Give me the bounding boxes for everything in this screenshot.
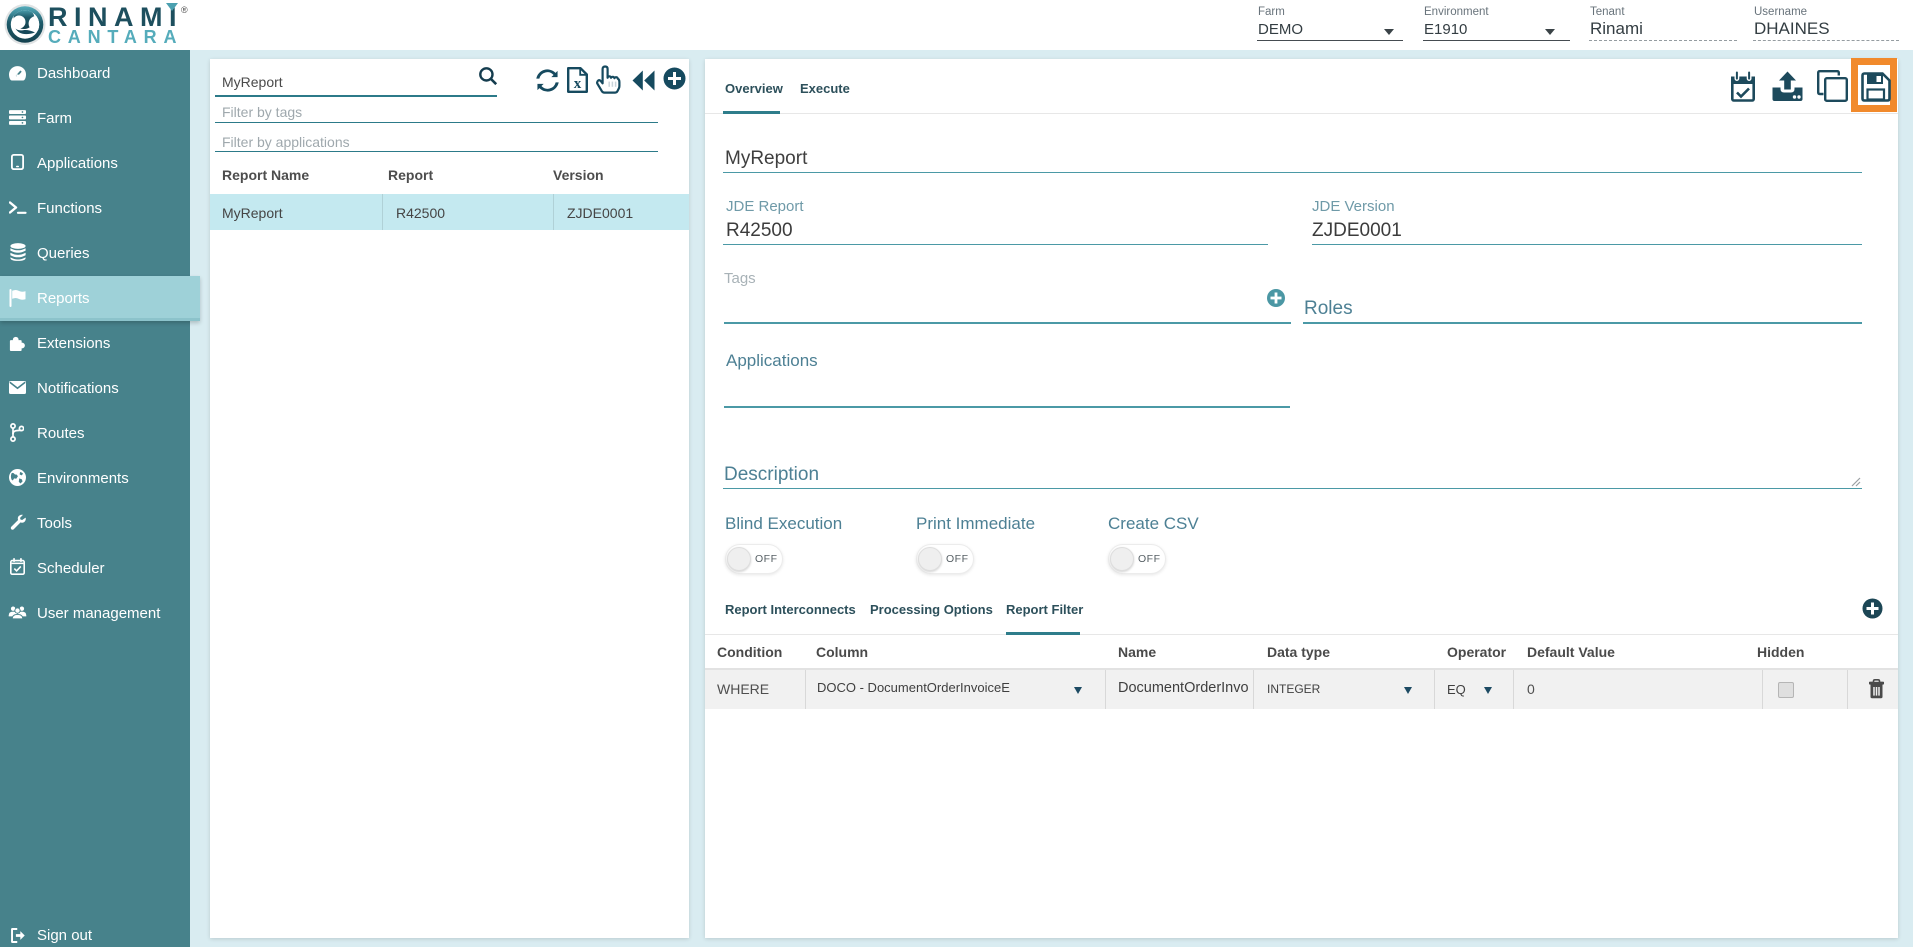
svg-text:x: x (574, 76, 582, 92)
